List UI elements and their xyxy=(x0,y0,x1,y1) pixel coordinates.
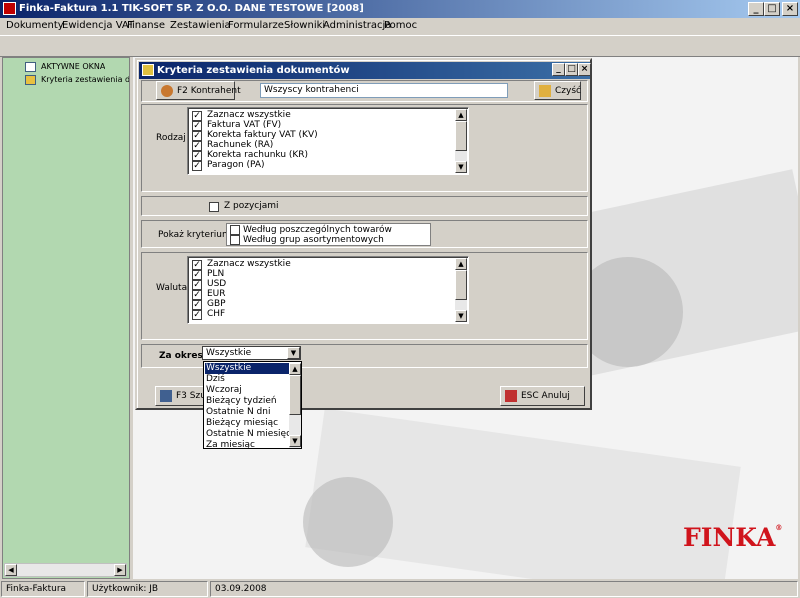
eraser-icon xyxy=(539,85,551,97)
scroll-right-icon[interactable]: ▶ xyxy=(114,564,126,576)
checkbox-checked-icon[interactable]: ✓ xyxy=(192,290,202,300)
finka-logo: FINKA® xyxy=(683,523,783,552)
menu-ewidencja-vat[interactable]: Ewidencja VAT xyxy=(62,20,134,31)
dropdown-option[interactable]: Bieżący tydzień xyxy=(205,396,289,407)
dialog-minimize-button[interactable]: _ xyxy=(552,63,565,76)
checkbox-checked-icon[interactable]: ✓ xyxy=(192,141,202,151)
rodzaj-scrollbar[interactable]: ▲ ▼ xyxy=(455,109,467,173)
menu-formularze[interactable]: Formularze xyxy=(228,20,284,31)
by-group-checkbox[interactable] xyxy=(230,235,240,245)
scroll-down-icon[interactable]: ▼ xyxy=(455,310,467,322)
tree-root-active-windows[interactable]: AKTYWNE OKNA xyxy=(41,62,105,71)
by-product-checkbox[interactable] xyxy=(230,225,240,235)
checkbox-checked-icon[interactable]: ✓ xyxy=(192,260,202,270)
dialog-title-bar[interactable]: Kryteria zestawienia dokumentów _ □ × xyxy=(139,62,591,79)
checkbox-checked-icon[interactable]: ✓ xyxy=(192,161,202,171)
clear-button[interactable]: Czyść xyxy=(534,81,581,100)
scroll-down-icon[interactable]: ▼ xyxy=(289,435,301,447)
scroll-up-icon[interactable]: ▲ xyxy=(455,258,467,270)
cancel-icon xyxy=(505,390,517,402)
with-items-label: Z pozycjami xyxy=(224,201,279,211)
checkbox-checked-icon[interactable]: ✓ xyxy=(192,300,202,310)
dialog-close-button[interactable]: × xyxy=(578,63,591,76)
menu-administracja[interactable]: Administracja xyxy=(323,20,391,31)
menu-slowniki[interactable]: Słowniki xyxy=(284,20,325,31)
with-items-checkbox[interactable] xyxy=(209,202,219,212)
dropdown-option[interactable]: Dziś xyxy=(205,374,289,385)
dropdown-scrollbar[interactable]: ▲ ▼ xyxy=(289,363,301,448)
dropdown-option[interactable]: Wczoraj xyxy=(205,385,289,396)
dropdown-option[interactable]: Wszystkie xyxy=(205,363,289,374)
checkbox-checked-icon[interactable]: ✓ xyxy=(192,121,202,131)
period-combo[interactable]: Wszystkie ▼ xyxy=(202,346,301,360)
checkbox-checked-icon[interactable]: ✓ xyxy=(192,310,202,320)
checkbox-checked-icon[interactable]: ✓ xyxy=(192,131,202,141)
scroll-thumb[interactable] xyxy=(455,270,467,300)
toolbar xyxy=(0,35,800,57)
tree-item-criteria[interactable]: Kryteria zestawienia dok xyxy=(41,75,129,84)
by-group-label: Według grup asortymentowych xyxy=(243,235,384,245)
show-criterion-options: Według poszczególnych towarów Według gru… xyxy=(226,223,431,246)
dropdown-option[interactable]: Za miesiąc xyxy=(205,440,289,448)
menu-bar: Dokumenty Ewidencja VAT Finanse Zestawie… xyxy=(0,18,800,34)
menu-pomoc[interactable]: Pomoc xyxy=(384,20,417,31)
period-label: Za okres: xyxy=(159,351,207,361)
show-criterion-label: Pokaż kryterium xyxy=(158,230,231,240)
close-button[interactable]: × xyxy=(782,2,798,16)
menu-zestawienia[interactable]: Zestawienia xyxy=(170,20,231,31)
search-icon xyxy=(160,390,172,402)
status-bar: Finka-Faktura Użytkownik: JB 03.09.2008 xyxy=(0,580,800,598)
f2-contractor-button[interactable]: F2 Kontrahent xyxy=(156,81,241,100)
waluta-label: Waluta xyxy=(156,283,188,293)
active-windows-panel: AKTYWNE OKNA Kryteria zestawienia dok xyxy=(2,57,130,579)
document-icon xyxy=(25,75,36,85)
left-panel-scrollbar[interactable]: ◀ ▶ xyxy=(4,563,127,577)
checkbox-checked-icon[interactable]: ✓ xyxy=(192,280,202,290)
dropdown-option[interactable]: Ostatnie N dni xyxy=(205,407,289,418)
scroll-thumb[interactable] xyxy=(455,121,467,151)
scroll-thumb[interactable] xyxy=(289,375,301,415)
dialog-maximize-button[interactable]: □ xyxy=(565,63,578,76)
scroll-up-icon[interactable]: ▲ xyxy=(455,109,467,121)
document-type-list[interactable]: ✓ Zaznacz wszystkie ✓ Faktura VAT (FV) ✓ Ko… xyxy=(187,107,469,175)
app-icon xyxy=(3,2,16,15)
checkbox-checked-icon[interactable]: ✓ xyxy=(192,151,202,161)
maximize-button[interactable]: □ xyxy=(764,2,780,16)
coin-image xyxy=(303,477,393,567)
waluta-scrollbar[interactable]: ▲ ▼ xyxy=(455,258,467,322)
menu-finanse[interactable]: Finanse xyxy=(127,20,165,31)
app-title: Finka-Faktura 1.1 TIK-SOFT SP. Z O.O. DA… xyxy=(19,3,364,14)
currency-list[interactable]: ✓ Zaznacz wszystkie ✓ PLN ✓ USD ✓ EUR ✓ GBP ✓… xyxy=(187,256,469,324)
status-date: 03.09.2008 xyxy=(210,581,798,597)
period-combo-value: Wszystkie xyxy=(206,348,252,358)
contractor-field[interactable]: Wszyscy kontrahenci xyxy=(260,83,508,98)
app-title-bar[interactable]: Finka-Faktura 1.1 TIK-SOFT SP. Z O.O. DA… xyxy=(0,0,800,18)
dialog-icon xyxy=(142,64,154,76)
checkbox-checked-icon[interactable]: ✓ xyxy=(192,111,202,121)
esc-cancel-button[interactable]: ESC Anuluj xyxy=(500,386,585,406)
currency-group: Waluta ✓ Zaznacz wszystkie ✓ PLN ✓ USD ✓ EUR… xyxy=(141,252,588,340)
with-items-group: Z pozycjami xyxy=(141,196,588,216)
person-icon xyxy=(161,85,173,97)
f3-search-button[interactable]: F3 Szu xyxy=(155,386,206,406)
rodzaj-label: Rodzaj xyxy=(156,133,186,143)
status-user: Użytkownik: JB xyxy=(87,581,208,597)
checkbox-checked-icon[interactable]: ✓ xyxy=(192,270,202,280)
scroll-left-icon[interactable]: ◀ xyxy=(5,564,17,576)
minimize-button[interactable]: _ xyxy=(748,2,764,16)
show-criterion-group: Pokaż kryterium Według poszczególnych to… xyxy=(141,220,588,248)
status-app: Finka-Faktura xyxy=(1,581,85,597)
scroll-down-icon[interactable]: ▼ xyxy=(455,161,467,173)
dialog-title: Kryteria zestawienia dokumentów xyxy=(157,65,350,76)
windows-icon xyxy=(25,62,36,72)
dropdown-option[interactable]: Bieżący miesiąc xyxy=(205,418,289,429)
contractor-group: F2 Kontrahent Wszyscy kontrahenci Czyść xyxy=(141,80,588,102)
by-product-label: Według poszczególnych towarów xyxy=(243,225,392,235)
scroll-up-icon[interactable]: ▲ xyxy=(289,363,301,375)
menu-dokumenty[interactable]: Dokumenty xyxy=(6,20,64,31)
chevron-down-icon[interactable]: ▼ xyxy=(287,347,300,359)
dropdown-option[interactable]: Ostatnie N miesięcy xyxy=(205,429,296,440)
document-type-group: Rodzaj ✓ Zaznacz wszystkie ✓ Faktura VAT (… xyxy=(141,104,588,192)
period-dropdown[interactable]: Wszystkie Dziś Wczoraj Bieżący tydzień O… xyxy=(203,361,302,449)
